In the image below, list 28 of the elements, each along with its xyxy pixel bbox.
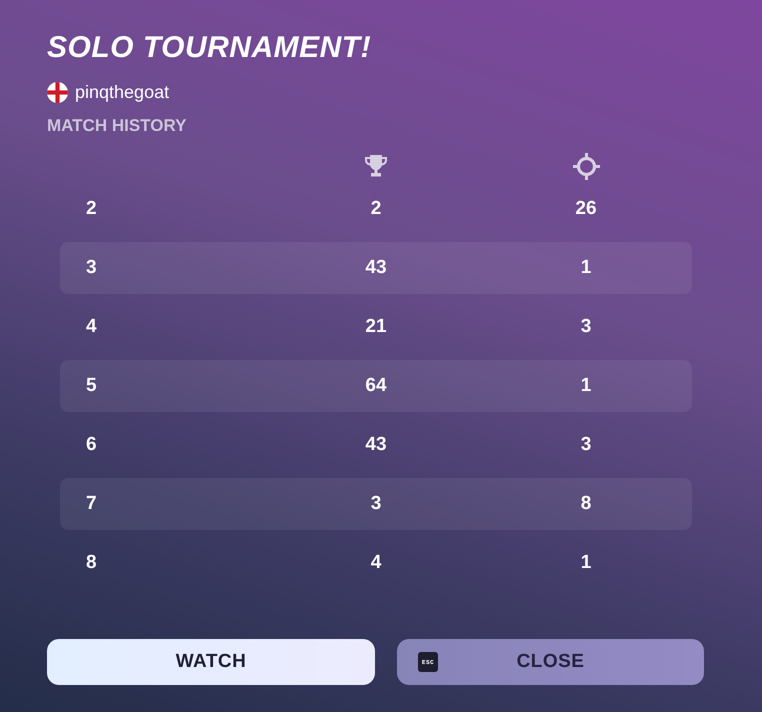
table-cell: 1 <box>580 552 592 574</box>
table-cell: 4 <box>370 552 382 574</box>
trophy-icon <box>365 154 387 178</box>
table-cell: 64 <box>365 375 387 397</box>
table-cell: 5 <box>86 375 97 397</box>
table-cell: 8 <box>580 493 592 515</box>
dialog-title: SOLO TOURNAMENT! <box>47 30 372 66</box>
player-name: pinqthegoat <box>75 81 170 103</box>
table-cell: 7 <box>86 493 97 515</box>
table-cell: 3 <box>580 316 592 338</box>
section-heading: MATCH HISTORY <box>47 116 186 136</box>
watch-button[interactable]: WATCH <box>47 639 375 685</box>
table-cell: 43 <box>365 434 387 456</box>
table-cell: 2 <box>86 198 97 220</box>
table-cell: 3 <box>86 257 97 279</box>
table-cell: 3 <box>370 493 382 515</box>
flag-icon <box>47 82 68 102</box>
table-cell: 21 <box>365 316 387 338</box>
table-cell: 1 <box>580 257 592 279</box>
table-cell: 43 <box>365 257 387 279</box>
table-cell: 1 <box>580 375 592 397</box>
table-cell: 3 <box>580 434 592 456</box>
table-cell: 26 <box>575 198 597 220</box>
table-cell: 2 <box>370 198 382 220</box>
crosshair-icon <box>572 152 600 180</box>
table-cell: 4 <box>86 316 97 338</box>
table-cell: 6 <box>86 434 97 456</box>
table-cell: 8 <box>86 552 97 574</box>
